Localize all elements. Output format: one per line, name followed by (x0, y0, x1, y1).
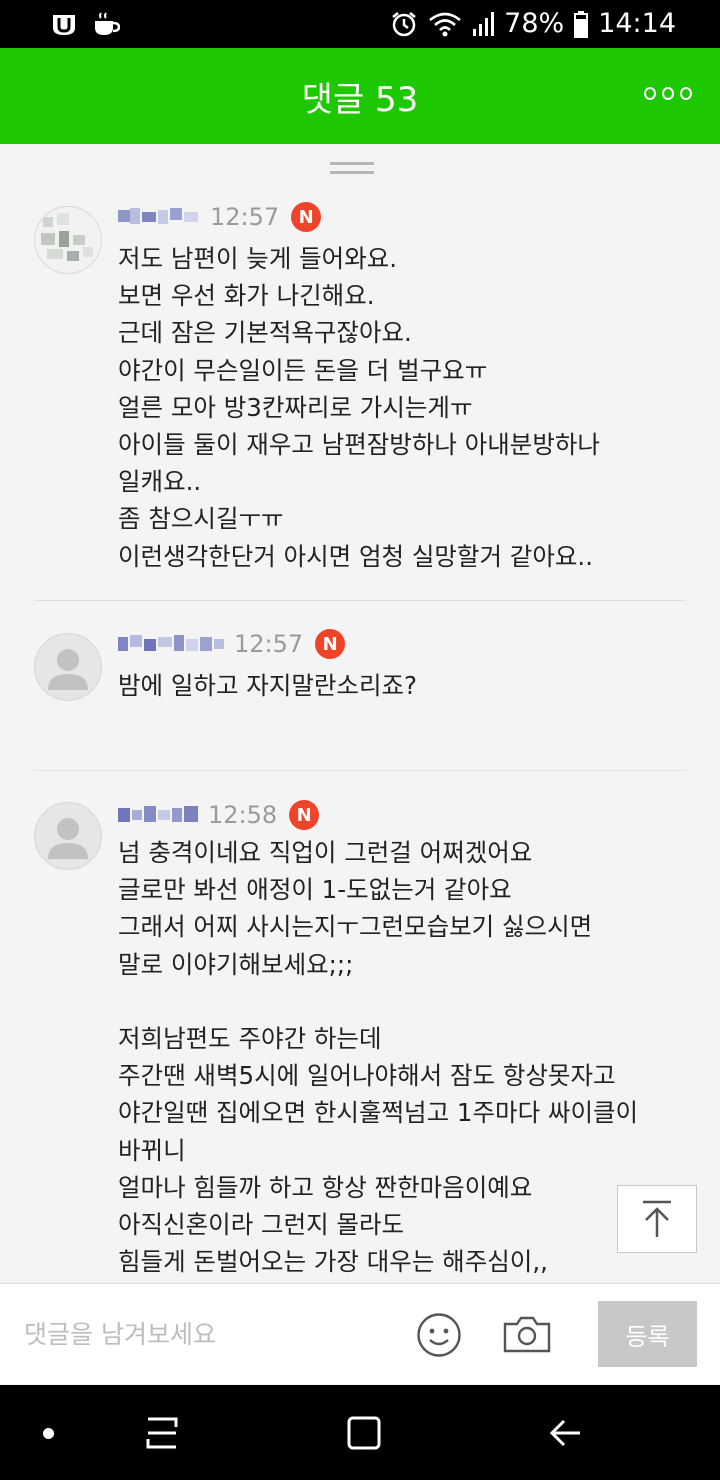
default-avatar-icon (48, 818, 88, 859)
comment-meta: 12:57 N (118, 629, 346, 659)
comment-time: 12:57 (234, 630, 304, 658)
comment-input[interactable] (22, 1308, 386, 1360)
comment-text: 넘 충격이네요 직업이 그런걸 어쩌겠어요 글로만 봐선 애정이 1-도없는거 … (118, 838, 639, 1277)
comment-time: 12:57 (210, 203, 280, 231)
alarm-icon (392, 11, 416, 36)
u-app-icon (53, 15, 75, 35)
emoji-icon[interactable] (416, 1312, 462, 1358)
blurred-nickname[interactable] (118, 804, 200, 826)
status-bar: 78% 14:14 (0, 0, 720, 48)
drag-handle-line (330, 171, 374, 174)
wifi-icon (429, 12, 461, 36)
blurred-nickname[interactable] (118, 206, 202, 228)
signal-icon (473, 11, 495, 36)
comment-text: 저도 남편이 늦게 들어와요. 보면 우선 화가 나긴해요. 근데 잠은 기본적… (118, 244, 600, 571)
home-icon[interactable] (344, 1413, 384, 1453)
avatar[interactable] (34, 633, 102, 701)
comment-text: 밤에 일하고 자지말란소리죠? (118, 671, 418, 700)
comment-input-bar: 등록 (0, 1283, 720, 1384)
back-icon[interactable] (546, 1413, 586, 1453)
divider (34, 770, 686, 771)
blurred-nickname[interactable] (118, 633, 226, 655)
app-header: 댓글 53 (0, 48, 720, 144)
scroll-to-top-button[interactable] (617, 1185, 697, 1253)
page-title: 댓글 53 (301, 80, 419, 120)
battery-icon (574, 10, 589, 38)
submit-button[interactable]: 등록 (598, 1301, 697, 1367)
comment-meta: 12:58 N (118, 800, 320, 830)
avatar[interactable] (34, 802, 102, 870)
battery-percent: 78% (504, 8, 565, 39)
clock: 14:14 (598, 8, 676, 39)
recents-icon[interactable] (142, 1413, 182, 1453)
comment-time: 12:58 (208, 801, 278, 829)
new-badge: N (315, 629, 346, 659)
comment-meta: 12:57 N (118, 202, 322, 232)
default-avatar-icon (48, 649, 88, 690)
avatar[interactable] (34, 206, 102, 274)
new-badge: N (291, 202, 322, 232)
coffee-app-icon (95, 12, 120, 35)
new-badge: N (289, 800, 320, 830)
arrow-up-icon (643, 1200, 671, 1237)
divider (34, 600, 686, 601)
system-nav-bar (0, 1385, 720, 1480)
more-dots-icon[interactable] (644, 78, 692, 108)
nav-dot-icon[interactable] (43, 1428, 54, 1439)
drag-handle[interactable] (330, 162, 374, 165)
camera-icon[interactable] (502, 1314, 552, 1354)
